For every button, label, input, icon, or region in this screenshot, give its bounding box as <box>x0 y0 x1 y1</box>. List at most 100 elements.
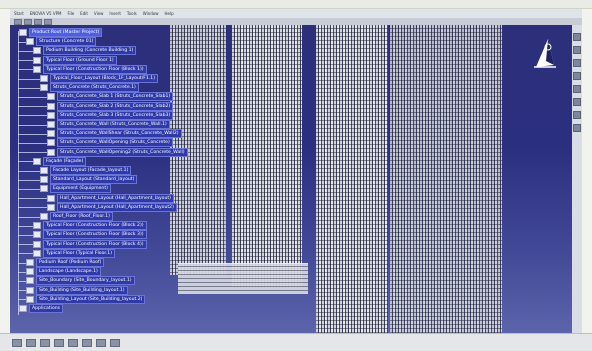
tree-node[interactable]: Site_Boundary (Site_Boundary_layout.1) <box>26 276 135 286</box>
top-toolbar <box>10 18 582 25</box>
toolbar-button[interactable] <box>96 338 106 347</box>
tree-connector <box>18 225 33 227</box>
tree-connector <box>18 253 33 255</box>
menu-window[interactable]: Window <box>143 11 159 16</box>
tree-node[interactable]: Equipment (Equipment) <box>40 184 111 194</box>
menu-file[interactable]: File <box>67 11 74 16</box>
tree-node[interactable]: Typical Floor (Construction Floor (Block… <box>33 239 147 249</box>
product-icon <box>26 259 34 266</box>
tree-node[interactable]: Struts_Concrete_WallShear (Struts_Concre… <box>47 129 182 139</box>
menu-insert[interactable]: Insert <box>109 11 120 16</box>
product-icon <box>40 167 48 174</box>
tree-connector <box>18 262 26 264</box>
menu-tools[interactable]: Tools <box>127 11 137 16</box>
menu-enovia[interactable]: ENOVIA V5 VPM <box>30 11 62 16</box>
toolbar-button[interactable] <box>82 338 92 347</box>
toolbar-button[interactable] <box>573 98 581 106</box>
toolbar-button[interactable] <box>14 18 22 25</box>
product-icon <box>40 213 48 220</box>
product-icon <box>19 305 27 312</box>
toolbar-button[interactable] <box>573 72 581 80</box>
tower-right-front-floors <box>316 25 388 333</box>
toolbar-button[interactable] <box>54 338 64 347</box>
tree-node[interactable]: Structure (Concrete 01) <box>26 37 97 47</box>
tree-node[interactable]: Applications <box>19 304 64 313</box>
tree-node[interactable]: Product Root (Master Project) <box>19 28 103 37</box>
catia-window: Start ENOVIA V5 VPM File Edit View Inser… <box>0 0 592 351</box>
menu-view[interactable]: View <box>94 11 104 16</box>
tree-node-label: Typical Floor (Construction Floor (Block… <box>43 239 147 249</box>
tree-connector <box>18 115 47 117</box>
tree-node[interactable]: Site_Building (Site_Building_layout.1) <box>26 285 128 295</box>
tree-node[interactable]: Site_Building_Layout (Site_Building_layo… <box>26 294 146 304</box>
tree-node[interactable]: Podium Building (Concrete Building 1) <box>33 46 137 56</box>
product-icon <box>33 56 41 64</box>
product-icon <box>26 286 34 294</box>
toolbar-button[interactable] <box>573 33 581 41</box>
tree-node[interactable]: Standard_Layout (Standard_layout) <box>40 175 138 185</box>
toolbar-button[interactable] <box>110 338 120 347</box>
tree-node[interactable]: Facade Layout (Facade_layout.1) <box>40 166 132 175</box>
tree-node[interactable]: Typical Floor (Construction Floor (Block… <box>33 64 147 74</box>
toolbar-button[interactable] <box>44 18 52 25</box>
toolbar-button[interactable] <box>573 111 581 119</box>
toolbar-button[interactable] <box>26 338 36 347</box>
tree-node[interactable]: Struts_Concrete_Slab 3 (Struts_Concrete_… <box>47 110 174 120</box>
tree-node-label: Podium Roof (Podium Roof) <box>36 258 105 267</box>
tree-node[interactable]: Struts_Concrete (Struts_Concrete.1) <box>40 83 139 93</box>
tree-connector <box>18 271 26 273</box>
tree-node[interactable]: Podium Roof (Podium Roof) <box>26 258 105 267</box>
tree-node[interactable]: Struts_Concrete_Slab 1 (Struts_Concrete_… <box>47 92 174 102</box>
tree-node-label: Facade Layout (Facade_layout.1) <box>50 166 132 175</box>
product-icon <box>26 268 34 276</box>
tree-node[interactable]: Hall_Apartment_Layout (Hall_Apartment_la… <box>47 202 177 212</box>
tree-node[interactable]: Typical Floor (Typical Floor.1) <box>33 248 116 258</box>
tree-node-label: Site_Boundary (Site_Boundary_layout.1) <box>36 276 135 286</box>
tree-connector <box>18 69 33 71</box>
menu-start[interactable]: Start <box>14 11 24 16</box>
toolbar-button[interactable] <box>573 85 581 93</box>
tree-connector <box>18 124 47 126</box>
tree-node[interactable]: Typical Floor (Ground Floor 1) <box>33 55 117 65</box>
tree-node[interactable]: Struts_Concrete_WallOpening (Struts_Conc… <box>47 138 173 148</box>
3d-viewport[interactable]: Product Root (Master Project) Structure (… <box>10 25 572 333</box>
tree-node[interactable]: Typical_Floor_Layout (Block_1F_Layout/F1… <box>40 74 158 83</box>
tree-node-label: Standard_Layout (Standard_layout) <box>50 175 138 185</box>
tree-connector <box>18 290 26 292</box>
menu-edit[interactable]: Edit <box>80 11 88 16</box>
tree-connector <box>18 142 47 144</box>
tree-node[interactable]: Landscape (Landscape.1) <box>26 267 101 277</box>
tree-node[interactable]: Typical Floor (Construction Floor (Block… <box>33 221 147 231</box>
toolbar-button[interactable] <box>573 124 581 132</box>
product-icon <box>19 29 27 36</box>
tree-node-label: Equipment (Equipment) <box>50 184 111 194</box>
specification-tree[interactable]: Product Root (Master Project) Structure (… <box>10 25 270 325</box>
product-icon <box>47 130 55 138</box>
tree-connector <box>18 96 47 98</box>
tree-node-label: Applications <box>29 304 64 313</box>
compass-icon[interactable] <box>530 33 558 73</box>
product-icon <box>26 277 34 285</box>
tree-node[interactable]: Façade (Façade) <box>33 156 87 166</box>
tree-node[interactable]: Struts_Concrete_WallOpening2 (Struts_Con… <box>47 147 188 157</box>
toolbar-button[interactable] <box>573 59 581 67</box>
toolbar-button[interactable] <box>34 18 42 25</box>
product-icon <box>40 75 48 82</box>
tree-node-label: Typical Floor (Construction Floor (Block… <box>43 230 147 240</box>
tree-node-label: Struts_Concrete (Struts_Concrete.1) <box>50 83 139 93</box>
tree-node[interactable]: Struts_Concrete_Wall (Struts_Concrete_Wa… <box>47 120 170 129</box>
toolbar-button[interactable] <box>12 338 22 347</box>
tree-node[interactable]: Hall_Apartment_Layout (Hall_Apartment_la… <box>47 193 174 203</box>
tree-node[interactable]: Roof_Floor (Roof_Floor.1) <box>40 212 113 221</box>
product-icon <box>26 38 34 46</box>
toolbar-button[interactable] <box>24 18 32 25</box>
tree-connector <box>18 50 33 52</box>
tree-node-label: Struts_Concrete_WallShear (Struts_Concre… <box>57 129 182 139</box>
toolbar-button[interactable] <box>40 338 50 347</box>
toolbar-button[interactable] <box>68 338 78 347</box>
tree-node[interactable]: Struts_Concrete_Slab 2 (Struts_Concrete_… <box>47 101 174 111</box>
menu-help[interactable]: Help <box>165 11 174 16</box>
tree-node[interactable]: Typical Floor (Construction Floor (Block… <box>33 230 147 240</box>
toolbar-button[interactable] <box>573 46 581 54</box>
bottom-toolbar <box>0 333 592 351</box>
